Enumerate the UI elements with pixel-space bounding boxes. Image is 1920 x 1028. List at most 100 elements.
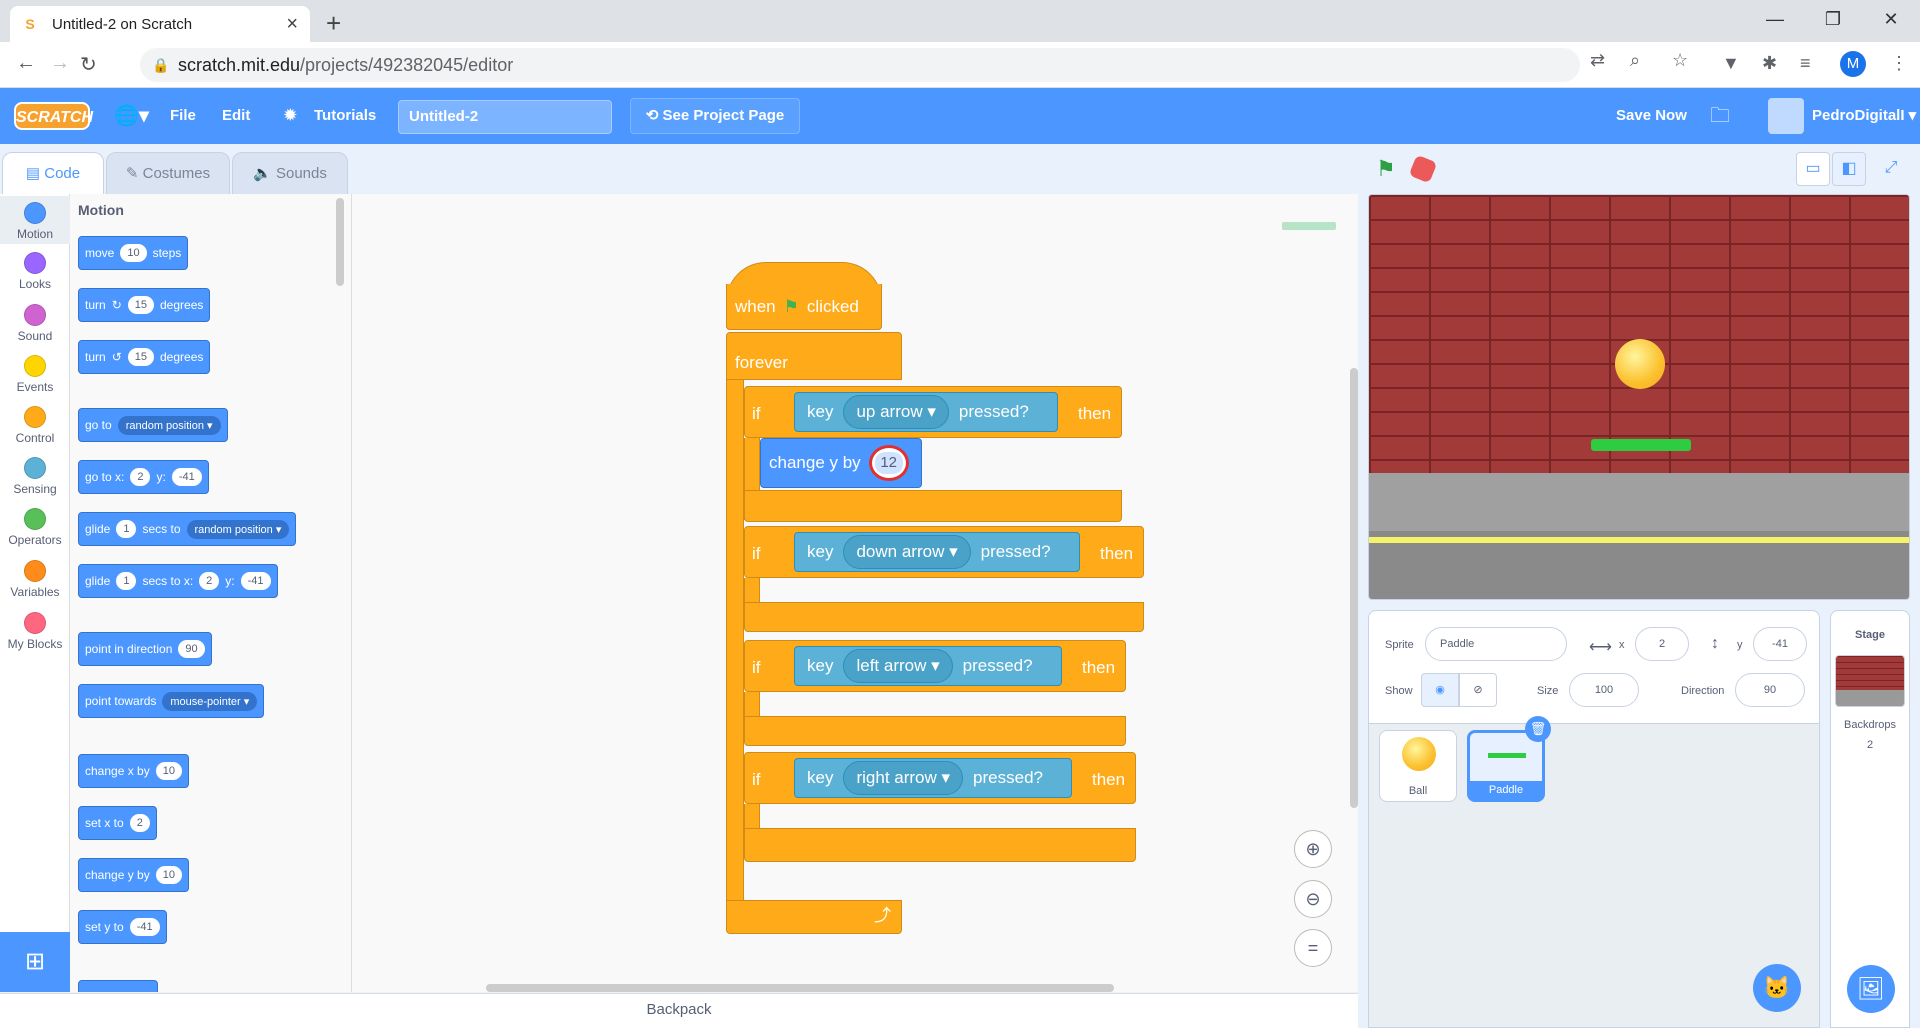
language-globe-icon[interactable]: 🌐▾ bbox=[114, 88, 149, 144]
block-input[interactable]: 1 bbox=[116, 520, 137, 538]
zoom-reset-icon[interactable]: = bbox=[1294, 929, 1332, 967]
glide-block[interactable]: glide 1 secs to random position ▾ bbox=[78, 512, 297, 546]
block-input[interactable]: 2 bbox=[130, 468, 151, 486]
close-tab-icon[interactable]: × bbox=[286, 13, 298, 36]
paddle-sprite[interactable] bbox=[1591, 439, 1691, 451]
block-dropdown[interactable]: random position ▾ bbox=[117, 415, 221, 435]
point-in-direction-block[interactable]: point in direction 90 bbox=[78, 632, 212, 666]
close-window-icon[interactable]: ✕ bbox=[1862, 0, 1920, 38]
set-y-block[interactable]: set y to -41 bbox=[78, 910, 167, 944]
url-field[interactable]: 🔒 scratch.mit.edu/projects/492382045/edi… bbox=[140, 48, 1580, 82]
turn-right-block[interactable]: turn ↻ 15 degrees bbox=[78, 288, 211, 322]
key-dropdown-2[interactable]: down arrow ▾ bbox=[843, 535, 971, 569]
category-looks[interactable]: Looks bbox=[0, 248, 70, 296]
category-sound[interactable]: Sound bbox=[0, 300, 70, 348]
backpack-bar[interactable]: Backpack bbox=[0, 993, 1358, 1028]
show-hidden-icon[interactable]: ⊘ bbox=[1459, 673, 1497, 707]
add-backdrop-icon[interactable]: 🖼 bbox=[1847, 965, 1895, 1013]
media-icon[interactable]: ≡ bbox=[1800, 53, 1811, 74]
ball-sprite[interactable] bbox=[1615, 339, 1665, 389]
see-project-page-button[interactable]: ⟲ See Project Page bbox=[630, 98, 800, 134]
go-to-block[interactable]: go to random position ▾ bbox=[78, 408, 228, 442]
block-input[interactable]: 15 bbox=[127, 348, 154, 366]
stop-icon[interactable] bbox=[1408, 154, 1438, 184]
back-icon[interactable]: ← bbox=[16, 52, 36, 75]
small-stage-icon[interactable]: ▭ bbox=[1796, 152, 1830, 186]
direction-input[interactable]: 90 bbox=[1735, 673, 1805, 707]
extension-icon[interactable]: ▼ bbox=[1722, 53, 1740, 74]
key-dropdown-3[interactable]: left arrow ▾ bbox=[843, 649, 953, 683]
stage-canvas[interactable] bbox=[1368, 194, 1910, 600]
minimize-icon[interactable]: — bbox=[1746, 0, 1804, 38]
block-input[interactable]: -41 bbox=[171, 468, 202, 486]
block-input[interactable]: -41 bbox=[240, 572, 271, 590]
show-visible-icon[interactable]: ◉ bbox=[1421, 673, 1459, 707]
change-x-block[interactable]: change x by 10 bbox=[78, 754, 189, 788]
block-input[interactable]: 1 bbox=[116, 572, 137, 590]
tab-sounds[interactable]: 🔈 Sounds bbox=[232, 152, 348, 196]
zoom-icon[interactable]: ⌕ bbox=[1630, 50, 1640, 71]
zoom-out-icon[interactable]: ⊖ bbox=[1294, 880, 1332, 918]
forever-block[interactable]: forever bbox=[726, 332, 902, 380]
browser-tab[interactable]: S Untitled-2 on Scratch × bbox=[10, 6, 310, 42]
add-extension-button[interactable]: ⊞ bbox=[0, 932, 70, 992]
add-sprite-icon[interactable]: 🐱 bbox=[1753, 964, 1801, 1012]
translate-icon[interactable]: ⇄ bbox=[1590, 50, 1605, 71]
key-pressed-block-4[interactable]: key right arrow ▾ pressed? bbox=[794, 758, 1072, 798]
green-flag-icon[interactable]: ⚑ bbox=[1376, 156, 1396, 182]
workspace-vertical-scrollbar[interactable] bbox=[1350, 368, 1358, 808]
block-input[interactable]: 10 bbox=[120, 244, 147, 262]
size-input[interactable]: 100 bbox=[1569, 673, 1639, 707]
category-events[interactable]: Events bbox=[0, 351, 70, 399]
glide-xy-block[interactable]: glide 1 secs to x: 2 y: -41 bbox=[78, 564, 278, 598]
block-dropdown[interactable]: random position ▾ bbox=[186, 519, 290, 539]
tutorials-menu[interactable]: Tutorials bbox=[314, 88, 376, 144]
account-menu[interactable]: PedroDigitalI ▾ bbox=[1764, 98, 1918, 135]
category-motion[interactable]: Motion bbox=[0, 196, 70, 244]
category-sensing[interactable]: Sensing bbox=[0, 453, 70, 501]
profile-avatar[interactable]: M bbox=[1840, 51, 1866, 77]
change-y-by-block[interactable]: change y by 12 bbox=[760, 438, 922, 488]
palette-scrollbar[interactable] bbox=[336, 198, 344, 286]
key-pressed-block-1[interactable]: key up arrow ▾ pressed? bbox=[794, 392, 1058, 432]
change-y-value-input[interactable]: 12 bbox=[868, 445, 909, 481]
tab-costumes[interactable]: ✎ Costumes bbox=[106, 152, 230, 196]
point-towards-block[interactable]: point towards mouse-pointer ▾ bbox=[78, 684, 265, 718]
category-my-blocks[interactable]: My Blocks bbox=[0, 608, 70, 656]
sprite-name-input[interactable]: Paddle bbox=[1425, 627, 1567, 661]
puzzle-icon[interactable]: ✱ bbox=[1762, 53, 1777, 74]
turn-left-block[interactable]: turn ↺ 15 degrees bbox=[78, 340, 211, 374]
fullscreen-icon[interactable]: ⤢ bbox=[1874, 152, 1908, 186]
key-pressed-block-2[interactable]: key down arrow ▾ pressed? bbox=[794, 532, 1080, 572]
stage-panel[interactable]: Stage Backdrops 2 🖼 bbox=[1830, 610, 1910, 1028]
block-dropdown[interactable]: mouse-pointer ▾ bbox=[162, 691, 258, 711]
go-to-xy-block[interactable]: go to x: 2 y: -41 bbox=[78, 460, 209, 494]
set-x-block[interactable]: set x to 2 bbox=[78, 806, 157, 840]
sprite-thumb-ball[interactable]: Ball bbox=[1379, 730, 1457, 802]
script-workspace[interactable]: when ⚑ clicked forever ⤴ if key up arrow ▾ p… bbox=[352, 194, 1358, 992]
my-stuff-folder-icon[interactable]: 🗀 bbox=[1710, 88, 1730, 144]
edit-menu[interactable]: Edit bbox=[222, 88, 250, 144]
save-now-button[interactable]: Save Now bbox=[1616, 88, 1687, 144]
x-input[interactable]: 2 bbox=[1635, 627, 1689, 661]
block-input[interactable]: 2 bbox=[129, 814, 150, 832]
category-operators[interactable]: Operators bbox=[0, 504, 70, 552]
block-input[interactable]: 90 bbox=[178, 640, 205, 658]
category-control[interactable]: Control bbox=[0, 402, 70, 450]
block-input[interactable]: 2 bbox=[199, 572, 220, 590]
reload-icon[interactable]: ↻ bbox=[80, 52, 97, 77]
change-y-block[interactable]: change y by 10 bbox=[78, 858, 189, 892]
block-input[interactable]: 10 bbox=[155, 866, 182, 884]
block-input[interactable]: 15 bbox=[127, 296, 154, 314]
tab-code[interactable]: ▤ Code bbox=[2, 152, 104, 196]
key-dropdown-1[interactable]: up arrow ▾ bbox=[843, 395, 949, 429]
partial-block[interactable] bbox=[78, 980, 158, 992]
block-input[interactable]: -41 bbox=[129, 918, 160, 936]
file-menu[interactable]: File bbox=[170, 88, 196, 144]
workspace-horizontal-scrollbar[interactable] bbox=[486, 984, 1114, 992]
forward-icon[interactable]: → bbox=[50, 52, 70, 75]
key-pressed-block-3[interactable]: key left arrow ▾ pressed? bbox=[794, 646, 1062, 686]
when-flag-clicked-block[interactable]: when ⚑ clicked bbox=[726, 284, 882, 330]
maximize-icon[interactable]: ❐ bbox=[1804, 0, 1862, 38]
project-title-input[interactable]: Untitled-2 bbox=[398, 100, 612, 134]
